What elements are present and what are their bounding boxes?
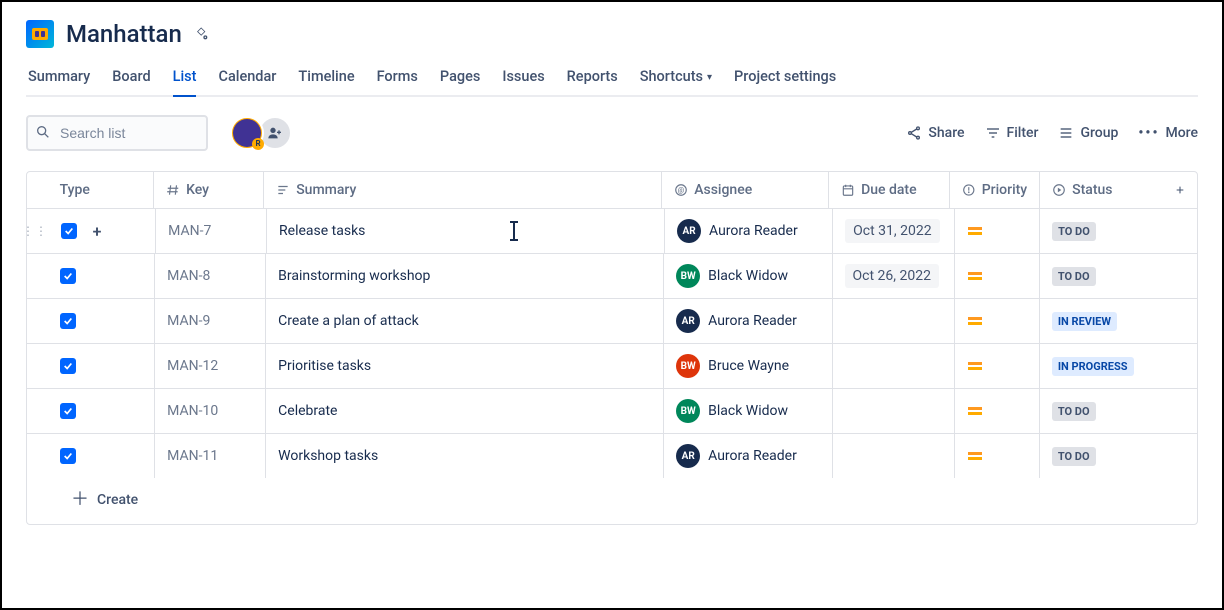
issues-table: Type Key Summary @ Assignee Due date Pri… <box>26 171 1198 525</box>
assignee-name[interactable]: Aurora Reader <box>708 313 797 329</box>
priority-medium-icon[interactable] <box>967 403 985 419</box>
task-type-icon[interactable] <box>60 448 76 464</box>
table-row[interactable]: MAN-8 Brainstorming workshop BW Black Widow… <box>27 254 1197 299</box>
table-row[interactable]: MAN-9 Create a plan of attack AR Aurora Rea… <box>27 299 1197 344</box>
search-input[interactable] <box>26 115 208 151</box>
table-row[interactable]: MAN-12 Prioritise tasks BW Bruce Wayne IN PR… <box>27 344 1197 389</box>
status-badge[interactable]: TO DO <box>1052 447 1096 466</box>
search-input-wrap <box>26 115 208 151</box>
assignee-name[interactable]: Black Widow <box>708 268 788 284</box>
issue-summary[interactable]: Prioritise tasks <box>278 358 371 374</box>
project-title: Manhattan <box>66 20 182 48</box>
assignee-name[interactable]: Aurora Reader <box>709 223 798 239</box>
tab-pages[interactable]: Pages <box>440 62 480 95</box>
task-type-icon[interactable] <box>60 268 76 284</box>
issue-key[interactable]: MAN-10 <box>167 403 218 419</box>
tab-board[interactable]: Board <box>112 62 150 95</box>
task-type-icon[interactable] <box>60 403 76 419</box>
add-subtask-icon[interactable]: + <box>89 223 105 239</box>
col-duedate[interactable]: Due date <box>829 172 950 208</box>
assignee-name[interactable]: Aurora Reader <box>708 448 797 464</box>
task-type-icon[interactable] <box>60 358 76 374</box>
col-status[interactable]: Status <box>1040 172 1163 208</box>
more-button[interactable]: ••• More <box>1138 125 1198 141</box>
tab-shortcuts[interactable]: Shortcuts▾ <box>640 62 712 95</box>
priority-medium-icon[interactable] <box>967 268 985 284</box>
priority-medium-icon[interactable] <box>967 313 985 329</box>
status-badge[interactable]: TO DO <box>1052 402 1096 421</box>
search-icon <box>35 124 51 140</box>
assignee-avatar[interactable]: BW <box>676 399 700 423</box>
customize-icon[interactable] <box>194 26 210 42</box>
more-icon: ••• <box>1138 125 1159 141</box>
assignee-avatar[interactable]: BW <box>676 264 700 288</box>
tab-summary[interactable]: Summary <box>28 62 90 95</box>
col-summary[interactable]: Summary <box>264 172 662 208</box>
add-column-button[interactable] <box>1163 172 1197 208</box>
issue-summary[interactable]: Brainstorming workshop <box>278 268 430 284</box>
assignee-avatar[interactable]: AR <box>676 444 700 468</box>
assignee-avatar[interactable]: BW <box>676 354 700 378</box>
chevron-down-icon: ▾ <box>707 72 712 83</box>
status-badge[interactable]: IN REVIEW <box>1052 312 1117 331</box>
assignee-avatar[interactable]: AR <box>677 219 701 243</box>
filter-button[interactable]: Filter <box>985 125 1039 141</box>
tab-calendar[interactable]: Calendar <box>218 62 276 95</box>
status-badge[interactable]: IN PROGRESS <box>1052 357 1134 376</box>
table-row[interactable]: MAN-11 Workshop tasks AR Aurora Reader TO DO <box>27 434 1197 478</box>
tab-reports[interactable]: Reports <box>567 62 618 95</box>
tab-forms[interactable]: Forms <box>377 62 418 95</box>
group-button[interactable]: Group <box>1058 125 1118 141</box>
tab-issues[interactable]: Issues <box>502 62 544 95</box>
nav-tabs: Summary Board List Calendar Timeline Forms Pag… <box>26 62 1198 97</box>
issue-summary[interactable]: Create a plan of attack <box>278 313 419 329</box>
table-row[interactable]: ⋮⋮+MAN-7Release tasksARAurora ReaderOct … <box>27 209 1197 254</box>
tab-list[interactable]: List <box>173 62 197 95</box>
table-row[interactable]: MAN-10 Celebrate BW Black Widow TO DO <box>27 389 1197 434</box>
issue-key[interactable]: MAN-8 <box>167 268 210 284</box>
priority-medium-icon[interactable] <box>967 448 985 464</box>
priority-medium-icon[interactable] <box>967 223 985 239</box>
plus-icon: ＋ <box>71 493 89 507</box>
issue-summary[interactable]: Release tasks <box>279 223 365 239</box>
col-priority[interactable]: Priority <box>950 172 1040 208</box>
assignee-name[interactable]: Black Widow <box>708 403 788 419</box>
issue-summary[interactable]: Celebrate <box>278 403 337 419</box>
status-badge[interactable]: TO DO <box>1052 222 1096 241</box>
project-icon[interactable] <box>26 20 54 48</box>
issue-key[interactable]: MAN-12 <box>167 358 218 374</box>
share-button[interactable]: Share <box>906 125 964 141</box>
status-badge[interactable]: TO DO <box>1052 267 1096 286</box>
issue-key[interactable]: MAN-7 <box>168 223 211 239</box>
tab-project-settings[interactable]: Project settings <box>734 62 836 95</box>
task-type-icon[interactable] <box>61 223 77 239</box>
issue-summary[interactable]: Workshop tasks <box>278 448 378 464</box>
svg-text:@: @ <box>678 186 684 194</box>
create-button[interactable]: ＋ Create <box>27 478 1197 524</box>
issue-key[interactable]: MAN-11 <box>167 448 218 464</box>
tab-timeline[interactable]: Timeline <box>298 62 354 95</box>
due-date[interactable]: Oct 26, 2022 <box>845 264 939 288</box>
due-date[interactable]: Oct 31, 2022 <box>845 219 939 243</box>
col-key[interactable]: Key <box>154 172 264 208</box>
assignee-avatar[interactable]: AR <box>676 309 700 333</box>
col-type[interactable]: Type <box>42 172 154 208</box>
issue-key[interactable]: MAN-9 <box>167 313 210 329</box>
text-cursor-icon <box>513 223 515 239</box>
priority-medium-icon[interactable] <box>967 358 985 374</box>
task-type-icon[interactable] <box>60 313 76 329</box>
col-assignee[interactable]: @ Assignee <box>662 172 829 208</box>
assignee-name[interactable]: Bruce Wayne <box>708 358 789 374</box>
avatar-current-user[interactable] <box>230 116 264 150</box>
